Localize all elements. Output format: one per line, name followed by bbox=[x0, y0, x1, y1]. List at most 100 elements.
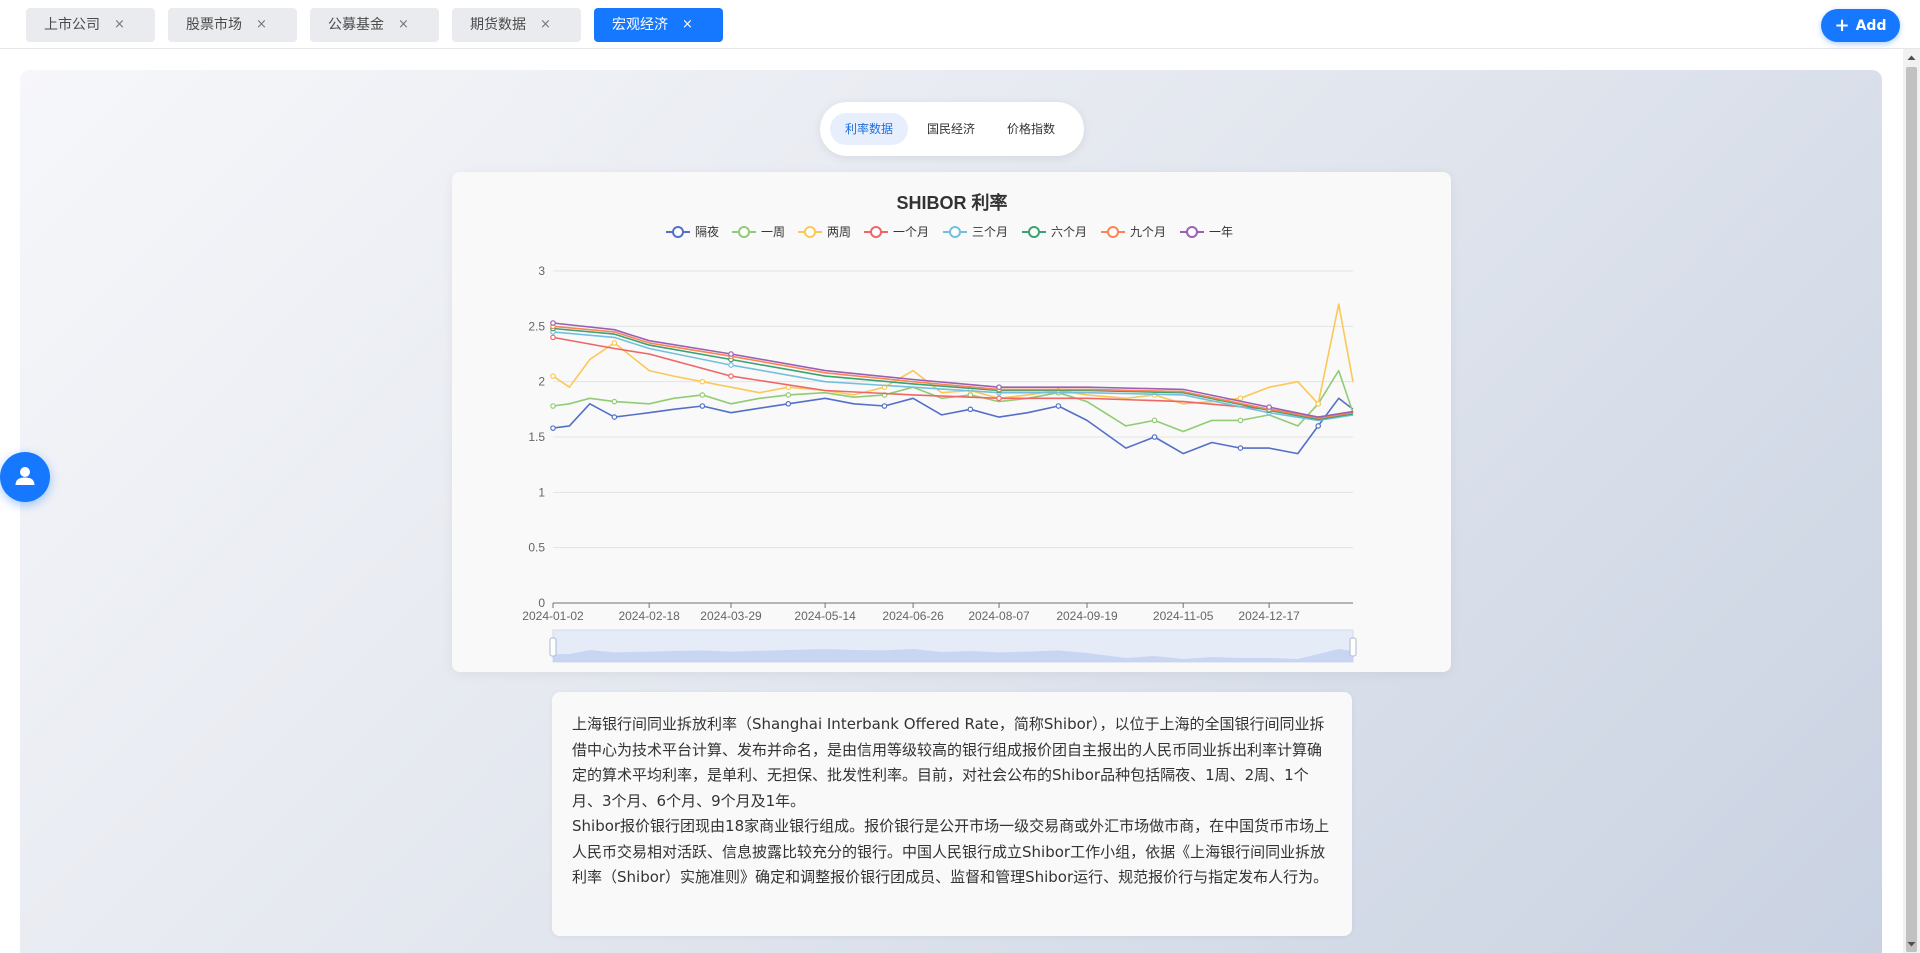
series-point bbox=[881, 403, 888, 409]
x-tick-label: 2024-01-02 bbox=[522, 609, 584, 623]
x-tick-label: 2024-05-14 bbox=[794, 609, 856, 623]
legend-item[interactable]: 一周 bbox=[732, 225, 785, 239]
chart-legend: 隔夜 一周 两周 一个月 三个月 六个月 九个月 一年 bbox=[666, 224, 1233, 239]
series-point bbox=[550, 373, 556, 379]
series-point bbox=[550, 320, 556, 326]
tab-listed-companies[interactable]: 上市公司 × bbox=[26, 8, 155, 42]
legend-marker bbox=[672, 226, 684, 238]
legend-item[interactable]: 三个月 bbox=[943, 225, 1008, 239]
legend-label: 三个月 bbox=[972, 225, 1008, 239]
legend-marker bbox=[1186, 226, 1198, 238]
series-point bbox=[785, 401, 792, 407]
series-point bbox=[728, 362, 734, 368]
legend-label: 隔夜 bbox=[695, 224, 719, 239]
chart-card: SHIBOR 利率 隔夜 一周 两周 一个月 三个月 六个月 九个月 一年 0 0.5 1 1.5 2… bbox=[452, 172, 1451, 672]
close-icon[interactable]: × bbox=[256, 8, 267, 42]
y-tick-label: 1 bbox=[538, 485, 545, 499]
tab-macro-economy[interactable]: 宏观经济 × bbox=[594, 8, 723, 42]
legend-label: 九个月 bbox=[1130, 225, 1166, 239]
series-point bbox=[699, 392, 706, 398]
chart-grid bbox=[553, 270, 1353, 604]
shibor-description: 上海银行间同业拆放利率（Shanghai Interbank Offered R… bbox=[552, 692, 1352, 936]
series-point bbox=[996, 384, 1002, 391]
close-icon[interactable]: × bbox=[398, 8, 409, 42]
x-tick-label: 2024-06-26 bbox=[882, 609, 944, 623]
series-point bbox=[728, 351, 734, 357]
add-button[interactable]: + Add bbox=[1821, 9, 1900, 42]
y-tick-label: 2.5 bbox=[528, 319, 545, 333]
y-tick-label: 0 bbox=[538, 596, 545, 610]
series-point bbox=[967, 406, 974, 413]
series-point bbox=[611, 414, 618, 420]
y-tick-label: 2 bbox=[538, 375, 545, 389]
legend-label: 一周 bbox=[761, 225, 785, 239]
series-point bbox=[1237, 445, 1244, 451]
close-icon[interactable]: × bbox=[540, 8, 551, 42]
close-icon[interactable]: × bbox=[114, 8, 125, 42]
series-point bbox=[1266, 404, 1272, 410]
legend-marker bbox=[804, 226, 816, 238]
scroll-up-arrow-icon[interactable] bbox=[1903, 49, 1920, 66]
description-paragraph: 上海银行间同业拆放利率（Shanghai Interbank Offered R… bbox=[572, 715, 1325, 810]
legend-label: 一年 bbox=[1209, 225, 1233, 239]
scroll-down-arrow-icon[interactable] bbox=[1903, 936, 1920, 953]
x-tick-label: 2024-11-05 bbox=[1153, 609, 1214, 623]
data-zoom-slider[interactable] bbox=[549, 629, 1357, 663]
series-point bbox=[996, 395, 1002, 402]
plus-icon: + bbox=[1834, 15, 1850, 36]
series-point bbox=[611, 340, 618, 346]
tab-stock-market[interactable]: 股票市场 × bbox=[168, 8, 297, 42]
series-point bbox=[1237, 417, 1244, 424]
tab-public-funds[interactable]: 公募基金 × bbox=[310, 8, 439, 42]
series-point bbox=[550, 403, 556, 409]
subtab-group: 利率数据 国民经济 价格指数 bbox=[820, 102, 1084, 156]
x-tick-label: 2024-12-17 bbox=[1238, 609, 1300, 623]
y-tick-label: 1.5 bbox=[528, 430, 545, 444]
subtab-price-index[interactable]: 价格指数 bbox=[992, 113, 1070, 145]
tab-bar: 上市公司 × 股票市场 × 公募基金 × 期货数据 × 宏观经济 × + Add bbox=[0, 0, 1920, 49]
description-paragraph: Shibor报价银行团现由18家商业银行组成。报价银行是公开市场一级交易商或外汇… bbox=[572, 817, 1330, 886]
series-point bbox=[611, 398, 618, 405]
zoom-handle-right[interactable] bbox=[1349, 637, 1357, 657]
legend-marker bbox=[1107, 226, 1119, 238]
tab-futures-data[interactable]: 期货数据 × bbox=[452, 8, 581, 42]
user-avatar-button[interactable] bbox=[0, 452, 50, 502]
legend-item[interactable]: 两周 bbox=[798, 225, 851, 239]
subtab-national-economy[interactable]: 国民经济 bbox=[912, 113, 990, 145]
shibor-chart: SHIBOR 利率 隔夜 一周 两周 一个月 三个月 六个月 九个月 一年 0 0.5 1 1.5 2… bbox=[522, 192, 1357, 663]
series-point bbox=[1315, 401, 1322, 407]
vertical-scrollbar[interactable] bbox=[1903, 49, 1920, 953]
legend-label: 六个月 bbox=[1051, 225, 1087, 239]
y-tick-label: 0.5 bbox=[528, 541, 545, 555]
close-icon[interactable]: × bbox=[682, 8, 693, 42]
series-point bbox=[1315, 423, 1322, 429]
user-icon bbox=[15, 467, 35, 485]
x-axis: 2024-01-02 2024-02-18 2024-03-29 2024-05-14… bbox=[522, 602, 1353, 623]
tab-label: 股票市场 bbox=[186, 17, 242, 33]
legend-item[interactable]: 一年 bbox=[1180, 225, 1233, 239]
series-point bbox=[1151, 434, 1158, 440]
series-point bbox=[785, 392, 792, 398]
x-tick-label: 2024-03-29 bbox=[700, 609, 762, 623]
chart-title: SHIBOR 利率 bbox=[896, 192, 1007, 213]
subtab-interest-rate[interactable]: 利率数据 bbox=[830, 113, 908, 145]
legend-item[interactable]: 九个月 bbox=[1101, 225, 1166, 239]
legend-item[interactable]: 一个月 bbox=[864, 225, 929, 239]
series-point bbox=[728, 373, 734, 379]
series-point bbox=[699, 378, 706, 385]
legend-marker bbox=[870, 226, 882, 238]
x-tick-label: 2024-09-19 bbox=[1056, 609, 1118, 623]
legend-marker bbox=[949, 226, 961, 238]
scrollbar-thumb[interactable] bbox=[1906, 67, 1917, 952]
legend-label: 一个月 bbox=[893, 225, 929, 239]
add-button-label: Add bbox=[1855, 18, 1887, 34]
y-axis: 0 0.5 1 1.5 2 2.5 3 bbox=[528, 264, 545, 610]
legend-item[interactable]: 六个月 bbox=[1022, 225, 1087, 239]
series-point bbox=[1237, 395, 1244, 402]
y-tick-label: 3 bbox=[538, 264, 545, 278]
legend-item[interactable]: 隔夜 bbox=[666, 224, 719, 239]
zoom-handle-left[interactable] bbox=[549, 637, 557, 657]
legend-marker bbox=[1028, 226, 1040, 238]
tab-label: 期货数据 bbox=[470, 17, 526, 33]
x-tick-label: 2024-02-18 bbox=[618, 609, 680, 623]
